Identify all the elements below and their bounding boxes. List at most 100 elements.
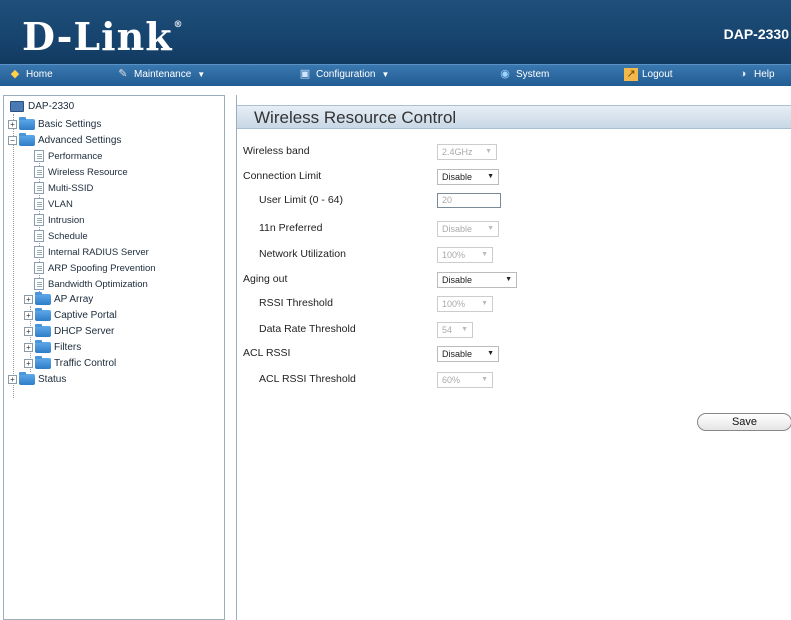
help-icon: ◑ [739, 68, 747, 80]
chevron-down-icon: ▼ [481, 251, 488, 258]
folder-icon [35, 308, 51, 321]
computer-icon [10, 101, 24, 112]
network-utilization-label: Network Utilization [259, 248, 346, 260]
page-icon [34, 230, 44, 242]
acl-rssi-threshold-select[interactable]: 60% ▼ [437, 372, 493, 388]
menu-maintenance[interactable]: ✎ Maintenance ▼ [116, 68, 205, 81]
sidebar-item-arp-spoofing-prevention[interactable]: ARP Spoofing Prevention [34, 262, 156, 274]
menu-label: Help [754, 69, 775, 80]
select-value: Disable [442, 349, 473, 359]
user-limit-label: User Limit (0 - 64) [259, 194, 344, 206]
select-value: 100% [442, 299, 466, 309]
page-icon [34, 182, 44, 194]
connection-limit-label: Connection Limit [243, 170, 322, 182]
logout-icon: ↗ [624, 68, 638, 81]
menu-logout[interactable]: ↗ Logout [624, 68, 673, 81]
sidebar-item-schedule[interactable]: Schedule [34, 230, 88, 242]
data-rate-threshold-select[interactable]: 54 ▼ [437, 322, 473, 338]
sidebar-tree: DAP-2330 + Basic Settings − Advanced Set… [3, 95, 225, 620]
chevron-down-icon: ▼ [481, 300, 488, 307]
acl-rssi-label: ACL RSSI [243, 347, 291, 359]
sidebar-item-wireless-resource[interactable]: Wireless Resource [34, 166, 128, 178]
folder-icon [35, 324, 51, 337]
sidebar-item-dhcp-server[interactable]: + DHCP Server [24, 324, 115, 337]
wrench-icon: ✎ [118, 68, 128, 80]
page-icon [34, 262, 44, 274]
tree-root-dap2330[interactable]: DAP-2330 [10, 101, 74, 112]
chevron-down-icon: ▼ [481, 376, 488, 383]
main-content: Wireless Resource Control Wireless band … [236, 95, 791, 620]
chevron-down-icon: ▼ [461, 326, 468, 333]
sidebar-item-multi-ssid[interactable]: Multi-SSID [34, 182, 93, 194]
sidebar-item-internal-radius-server[interactable]: Internal RADIUS Server [34, 246, 149, 258]
folder-icon [19, 117, 35, 130]
tree-label: Status [38, 374, 67, 385]
tree-label: DHCP Server [54, 326, 115, 337]
expand-icon: + [24, 311, 33, 320]
expand-icon: + [24, 343, 33, 352]
tree-label: Multi-SSID [48, 182, 94, 194]
expand-icon: + [8, 375, 17, 384]
menu-system[interactable]: ◉ System [498, 68, 549, 81]
rssi-threshold-select[interactable]: 100% ▼ [437, 296, 493, 312]
menu-configuration[interactable]: ▣ Configuration ▼ [298, 68, 390, 81]
sidebar-item-intrusion[interactable]: Intrusion [34, 214, 84, 226]
chevron-down-icon: ▼ [381, 70, 390, 79]
page-title: Wireless Resource Control [254, 108, 457, 127]
sidebar-item-filters[interactable]: + Filters [24, 340, 82, 353]
page-icon [34, 214, 44, 226]
11n-preferred-label: 11n Preferred [259, 222, 323, 234]
menu-label: Configuration [316, 69, 376, 80]
folder-icon [19, 372, 35, 385]
select-value: Disable [442, 172, 473, 182]
chevron-down-icon: ▼ [485, 148, 492, 155]
wireless-band-select[interactable]: 2.4GHz ▼ [437, 144, 497, 160]
aging-out-select[interactable]: Disable ▼ [437, 272, 517, 288]
acl-rssi-select[interactable]: Disable ▼ [437, 346, 499, 362]
menu-home[interactable]: ◆ Home [8, 68, 53, 81]
tree-label: Schedule [48, 230, 88, 242]
sidebar-item-bandwidth-optimization[interactable]: Bandwidth Optimization [34, 278, 148, 290]
menu-label: Maintenance [134, 69, 192, 80]
folder-open-icon [19, 133, 35, 146]
tree-label: Filters [54, 342, 82, 353]
sidebar-item-performance[interactable]: Performance [34, 150, 102, 162]
page-icon [34, 166, 44, 178]
sidebar-item-status[interactable]: + Status [8, 372, 67, 385]
sidebar-item-ap-array[interactable]: + AP Array [24, 292, 93, 305]
tree-label: DAP-2330 [28, 101, 75, 112]
expand-icon: + [24, 295, 33, 304]
menu-label: Home [26, 69, 53, 80]
sidebar-item-basic-settings[interactable]: + Basic Settings [8, 117, 101, 130]
chevron-down-icon: ▼ [197, 70, 206, 79]
network-utilization-select[interactable]: 100% ▼ [437, 247, 493, 263]
select-value: 60% [442, 375, 461, 385]
sidebar-item-traffic-control[interactable]: + Traffic Control [24, 356, 116, 369]
tree-label: Internal RADIUS Server [48, 246, 149, 258]
page-icon [34, 150, 44, 162]
tree-label: Captive Portal [54, 310, 117, 321]
menu-label: Logout [642, 69, 673, 80]
tree-label: ARP Spoofing Prevention [48, 262, 156, 274]
home-icon: ◆ [10, 68, 20, 80]
connection-limit-select[interactable]: Disable ▼ [437, 169, 499, 185]
folder-icon [35, 292, 51, 305]
expand-icon: + [24, 327, 33, 336]
tree-label: Performance [48, 150, 103, 162]
model-name: DAP-2330 [723, 26, 789, 42]
sidebar-item-captive-portal[interactable]: + Captive Portal [24, 308, 117, 321]
user-limit-input[interactable]: 20 [437, 193, 501, 208]
chevron-down-icon: ▼ [487, 225, 494, 232]
rssi-threshold-label: RSSI Threshold [259, 297, 333, 309]
sidebar-item-advanced-settings[interactable]: − Advanced Settings [8, 133, 121, 146]
header-banner: D-Link® DAP-2330 [0, 0, 791, 64]
11n-preferred-select[interactable]: Disable ▼ [437, 221, 499, 237]
wireless-band-label: Wireless band [243, 145, 310, 157]
menu-label: System [516, 69, 550, 80]
page-icon [34, 278, 44, 290]
menu-help[interactable]: ◑ Help [736, 68, 775, 81]
save-button[interactable]: Save [697, 413, 791, 431]
chevron-down-icon: ▼ [505, 276, 512, 283]
sidebar-item-vlan[interactable]: VLAN [34, 198, 73, 210]
save-disk-icon: ▣ [299, 68, 311, 80]
